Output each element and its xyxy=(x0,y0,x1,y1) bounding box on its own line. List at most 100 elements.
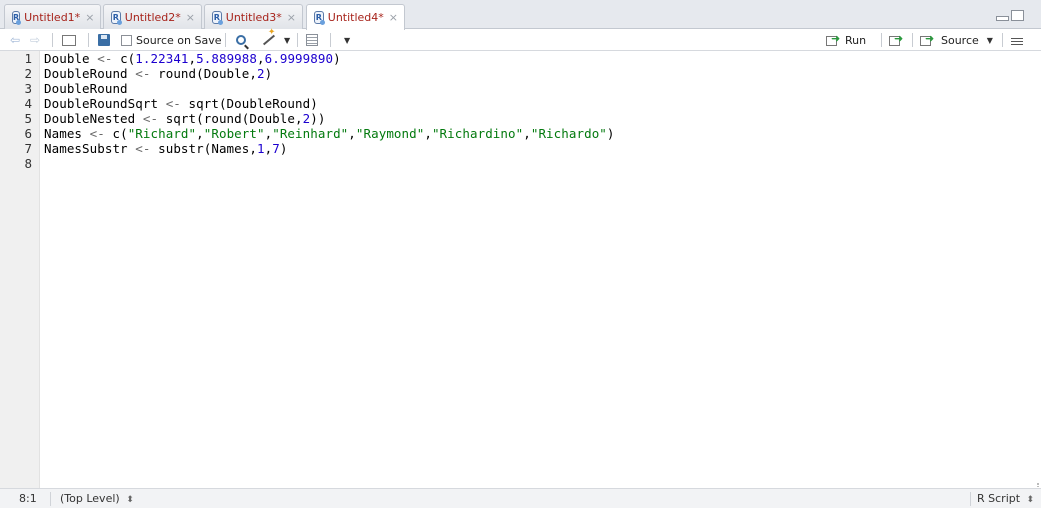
forward-button[interactable]: ⇨ xyxy=(28,32,42,48)
code-line[interactable]: DoubleRound <- round(Double,2) xyxy=(44,66,272,81)
code-token: substr(Names, xyxy=(150,141,257,156)
chevron-down-icon[interactable]: ▼ xyxy=(987,36,993,45)
maximize-icon[interactable] xyxy=(1011,10,1024,21)
line-number: 6 xyxy=(24,126,32,141)
code-token: ) xyxy=(606,126,615,141)
code-token: 7 xyxy=(272,141,280,156)
code-token: <- xyxy=(97,51,113,66)
line-number: 3 xyxy=(24,81,32,96)
line-number: 1 xyxy=(24,51,32,66)
scope-selector[interactable]: (Top Level) ⬍ xyxy=(60,492,134,506)
code-token: 2 xyxy=(256,66,265,81)
toolbar-divider xyxy=(52,33,53,47)
code-line[interactable]: NamesSubstr <- substr(Names,1,7) xyxy=(44,141,287,156)
tab-untitled3[interactable]: R Untitled3* × xyxy=(204,4,303,29)
show-in-window-button[interactable] xyxy=(62,32,76,48)
close-icon[interactable]: × xyxy=(287,11,296,24)
save-icon xyxy=(98,34,110,46)
line-number: 2 xyxy=(24,66,32,81)
code-editor[interactable]: 1 2 3 4 5 6 7 8 Double <- c(1.22341,5.88… xyxy=(0,51,1041,497)
more-menu-button[interactable]: ▼ xyxy=(341,32,350,48)
r-file-icon: R xyxy=(12,10,22,25)
code-token: c( xyxy=(104,126,128,141)
run-button[interactable]: Run xyxy=(826,32,866,48)
code-tools-button[interactable]: ▼ xyxy=(262,32,290,48)
editor-tab-bar: R Untitled1* × R Untitled2* × R Untitled… xyxy=(0,0,1041,30)
code-token: c( xyxy=(112,51,136,66)
toolbar-divider xyxy=(1002,33,1003,47)
code-line[interactable]: DoubleRoundSqrt <- sqrt(DoubleRound) xyxy=(44,96,318,111)
close-icon[interactable]: × xyxy=(186,11,195,24)
toolbar-divider xyxy=(88,33,89,47)
toolbar-divider xyxy=(225,33,226,47)
code-token: "Robert" xyxy=(203,126,265,141)
r-file-icon: R xyxy=(111,10,122,25)
code-token: 6.9999890 xyxy=(264,51,334,66)
code-token: DoubleNested xyxy=(44,111,143,126)
back-button[interactable]: ⇦ xyxy=(8,32,22,48)
code-line[interactable]: Names <- c("Richard","Robert","Reinhard"… xyxy=(44,126,615,141)
outline-button[interactable] xyxy=(1011,32,1023,48)
r-file-icon: R xyxy=(212,10,223,25)
rerun-button[interactable] xyxy=(889,32,905,48)
code-token: <- xyxy=(165,96,181,111)
find-button[interactable] xyxy=(236,32,246,48)
line-number: 5 xyxy=(24,111,32,126)
code-token: sqrt(DoubleRound) xyxy=(180,96,318,111)
code-token: 5.889988 xyxy=(196,51,258,66)
code-token: , xyxy=(424,126,432,141)
code-token: , xyxy=(257,51,265,66)
code-line[interactable]: Double <- c(1.22341,5.889988,6.9999890) xyxy=(44,51,341,66)
find-icon xyxy=(236,35,246,45)
tab-label: Untitled2* xyxy=(124,10,181,24)
code-token: "Reinhard" xyxy=(272,126,349,141)
save-button[interactable] xyxy=(98,32,110,48)
compile-report-icon xyxy=(306,34,318,46)
source-on-save-checkbox[interactable] xyxy=(121,34,132,46)
rerun-icon xyxy=(889,32,905,46)
editor-toolbar: ⇦ ⇨ Source on Save ▼ ▼ Run Source ▼ xyxy=(0,29,1041,51)
toolbar-divider xyxy=(912,33,913,47)
code-line[interactable]: DoubleNested <- sqrt(round(Double,2)) xyxy=(44,111,325,126)
code-token: DoubleRound xyxy=(44,81,128,96)
pane-window-controls xyxy=(994,10,1024,21)
scope-label: (Top Level) xyxy=(60,492,120,505)
chevron-down-icon: ▼ xyxy=(284,35,291,45)
code-token: ) xyxy=(279,141,288,156)
tab-label: Untitled1* xyxy=(24,10,81,24)
source-on-save-toggle[interactable]: Source on Save xyxy=(121,32,221,48)
back-arrow-icon: ⇦ xyxy=(9,33,21,47)
tab-untitled1[interactable]: R Untitled1* × xyxy=(4,4,101,29)
code-token: "Raymond" xyxy=(355,126,425,141)
tab-untitled4[interactable]: R Untitled4* × xyxy=(306,4,405,30)
code-token: )) xyxy=(310,111,326,126)
source-button[interactable]: Source ▼ xyxy=(920,32,993,48)
code-token: 1 xyxy=(256,141,265,156)
show-in-window-icon xyxy=(62,34,76,46)
code-line[interactable]: DoubleRound xyxy=(44,81,128,96)
code-token: <- xyxy=(89,126,105,141)
file-type-selector[interactable]: R Script ⬍ xyxy=(977,492,1034,506)
code-token: , xyxy=(196,126,204,141)
code-token: DoubleRoundSqrt xyxy=(44,96,166,111)
code-tools-wand-icon xyxy=(262,34,276,46)
minimize-icon[interactable] xyxy=(996,16,1009,21)
line-number-gutter: 1 2 3 4 5 6 7 8 xyxy=(0,51,40,488)
r-file-icon: R xyxy=(314,11,325,25)
run-label: Run xyxy=(845,33,867,47)
compile-report-button[interactable] xyxy=(306,32,318,48)
code-token: Double xyxy=(44,51,98,66)
code-token: <- xyxy=(142,111,159,126)
code-token: NamesSubstr xyxy=(44,141,136,156)
toolbar-divider xyxy=(881,33,882,47)
code-token: "Richardo" xyxy=(530,126,607,141)
status-divider xyxy=(50,492,51,506)
tab-untitled2[interactable]: R Untitled2* × xyxy=(103,4,202,29)
close-icon[interactable]: × xyxy=(389,11,398,24)
forward-arrow-icon: ⇨ xyxy=(29,33,41,47)
code-token: ) xyxy=(333,51,341,66)
close-icon[interactable]: × xyxy=(85,11,94,24)
more-menu-icon: ▼ xyxy=(344,35,351,45)
code-token: , xyxy=(523,126,531,141)
code-token: <- xyxy=(135,66,151,81)
